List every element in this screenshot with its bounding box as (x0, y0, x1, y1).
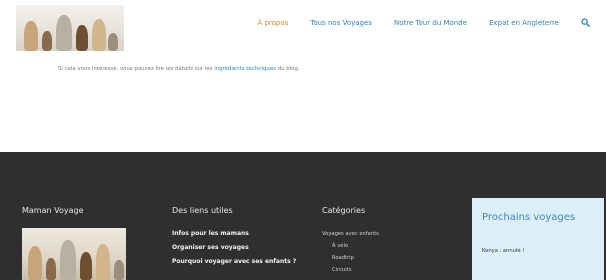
content-text-after: du blog. (275, 66, 300, 72)
footer-col-categories-title: Catégories (322, 206, 366, 215)
useful-links-list: Infos pour les mamans Organiser ses voya… (172, 230, 296, 272)
nav-item-all-trips[interactable]: Tous nos Voyages (310, 19, 372, 27)
main-nav: À propos Tous nos Voyages Notre Tour du … (235, 18, 590, 27)
footer-logo-image[interactable] (22, 228, 126, 280)
link-pourquoi-voyager[interactable]: Pourquoi voyager avec ses enfants ? (172, 258, 296, 265)
widget-text: Kenya : annulé ! (482, 248, 525, 254)
category-velo[interactable]: À vélo (332, 243, 379, 249)
category-voyages-enfants[interactable]: Voyages avec enfants (322, 231, 379, 237)
nav-item-about[interactable]: À propos (257, 19, 288, 27)
nav-item-expat-england[interactable]: Expat en Angleterre (489, 19, 559, 27)
category-circuits[interactable]: Circuits (332, 267, 379, 273)
content-text-before: Si cela vous intéresse, vous pouvez lire… (58, 66, 215, 72)
category-roadtrip[interactable]: Roadtrip (332, 255, 379, 261)
search-icon[interactable] (581, 18, 590, 27)
widget-title: Prochains voyages (482, 212, 576, 223)
categories-list: Voyages avec enfants À vélo Roadtrip Cir… (322, 231, 379, 273)
footer-col-useful-links-title: Des liens utiles (172, 206, 233, 215)
link-infos-mamans[interactable]: Infos pour les mamans (172, 230, 296, 237)
nav-item-world-tour[interactable]: Notre Tour du Monde (394, 19, 467, 27)
link-organiser-voyages[interactable]: Organiser ses voyages (172, 244, 296, 251)
footer-col-maman-voyage-title: Maman Voyage (22, 206, 84, 215)
site-logo[interactable] (16, 5, 124, 51)
upcoming-trips-widget: Prochains voyages Kenya : annulé ! (472, 198, 604, 280)
content-paragraph: Si cela vous intéresse, vous pouvez lire… (58, 66, 300, 72)
site-header: À propos Tous nos Voyages Notre Tour du … (0, 0, 606, 60)
technical-ingredients-link[interactable]: ingrédients techniques (214, 66, 276, 72)
